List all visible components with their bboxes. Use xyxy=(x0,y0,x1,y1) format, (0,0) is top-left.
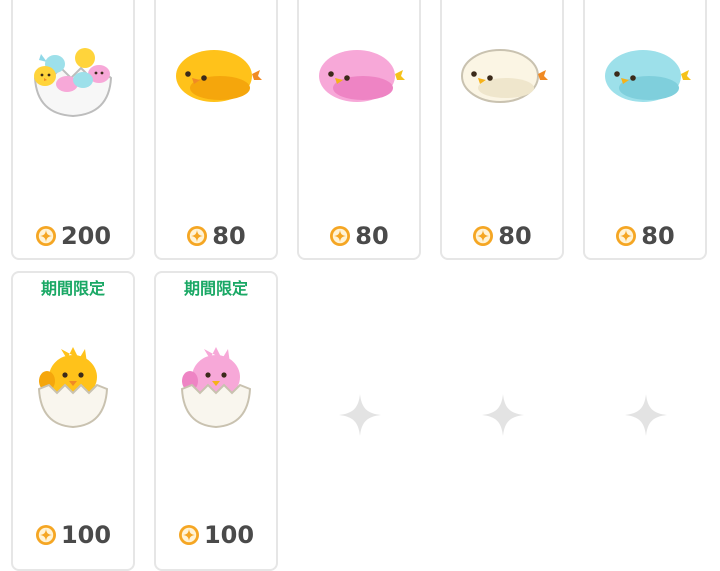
price-value: 100 xyxy=(60,521,112,549)
price-tag: 100 xyxy=(13,521,133,549)
price-tag: 80 xyxy=(442,222,562,250)
coin-icon xyxy=(616,226,637,246)
price-value: 200 xyxy=(60,222,112,250)
item-card-white-chick[interactable]: 80 xyxy=(440,0,564,260)
pink-chick-image xyxy=(319,50,405,102)
price-value: 100 xyxy=(203,521,255,549)
price-value: 80 xyxy=(355,222,389,250)
price-tag: 100 xyxy=(156,521,276,549)
item-card-blue-chick[interactable]: 80 xyxy=(583,0,707,260)
pink-chick-egg-image xyxy=(180,347,252,429)
white-chick-image xyxy=(461,49,548,103)
coin-icon xyxy=(187,226,208,246)
price-tag: 80 xyxy=(585,222,705,250)
item-card-pink-chick-egg[interactable]: 期間限定 100 xyxy=(154,271,278,571)
yellow-chick-image xyxy=(176,50,262,102)
coin-icon xyxy=(35,525,56,545)
item-card-pink-chick[interactable]: 80 xyxy=(297,0,421,260)
item-card-yellow-chick[interactable]: 80 xyxy=(154,0,278,260)
empty-slot-sparkle-icon xyxy=(339,394,381,436)
item-card-yellow-chick-egg[interactable]: 期間限定 100 xyxy=(11,271,135,571)
blue-chick-image xyxy=(605,50,691,102)
coin-icon xyxy=(473,226,494,246)
price-value: 80 xyxy=(641,222,675,250)
coin-icon xyxy=(35,226,56,246)
price-tag: 80 xyxy=(156,222,276,250)
coin-icon xyxy=(330,226,351,246)
chick-egg-set-image xyxy=(33,48,113,118)
price-value: 80 xyxy=(498,222,532,250)
limited-time-badge: 期間限定 xyxy=(183,279,248,298)
empty-slot-sparkle-icon xyxy=(625,394,667,436)
price-tag: 80 xyxy=(299,222,419,250)
price-tag: 200 xyxy=(13,222,133,250)
yellow-chick-egg-image xyxy=(37,347,109,429)
item-card-egg-set[interactable]: 200 xyxy=(11,0,135,260)
coin-icon xyxy=(178,525,199,545)
limited-time-badge: 期間限定 xyxy=(40,279,105,298)
price-value: 80 xyxy=(212,222,246,250)
empty-slot-sparkle-icon xyxy=(482,394,524,436)
